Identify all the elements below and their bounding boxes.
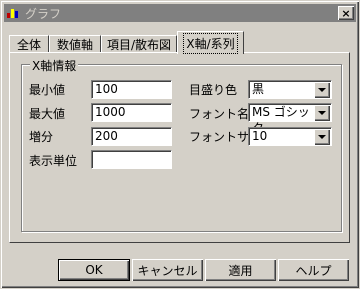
min-label: 最小値: [29, 83, 66, 97]
tab-value-axis[interactable]: 数値軸: [49, 35, 101, 53]
tab-label: 項目/散布図: [106, 38, 172, 52]
tab-panel: X軸情報 最小値 100 最大値 1000 増分 200 表示単位 目盛り色 黒…: [9, 52, 350, 243]
ok-button[interactable]: OK: [58, 259, 130, 281]
help-button-label: ヘルプ: [295, 263, 332, 278]
x-axis-info-group: X軸情報 最小値 100 最大値 1000 増分 200 表示単位 目盛り色 黒…: [21, 57, 342, 232]
max-label: 最大値: [29, 107, 66, 121]
close-icon: ×: [341, 6, 351, 20]
tab-label: 数値軸: [56, 38, 93, 52]
font-name-label: フォント名: [189, 107, 250, 121]
cancel-button[interactable]: キャンセル: [132, 259, 203, 281]
tick-color-label: 目盛り色: [189, 83, 238, 97]
tick-color-value: 黒: [252, 82, 265, 96]
dialog-window: グラフ × 全体 数値軸 項目/散布図 X軸/系列 X軸情報 最小値 100 最…: [0, 0, 360, 289]
tab-label: X軸/系列: [183, 32, 238, 54]
apply-button-label: 適用: [228, 263, 253, 278]
tick-color-select[interactable]: 黒: [248, 80, 332, 99]
max-input[interactable]: 1000: [91, 103, 172, 122]
font-name-select[interactable]: MS ゴシック: [248, 103, 332, 135]
help-button[interactable]: ヘルプ: [278, 259, 349, 281]
ok-button-label: OK: [85, 263, 103, 277]
min-input[interactable]: 100: [91, 80, 172, 99]
chart-app-icon: [7, 7, 21, 19]
window-title: グラフ: [25, 6, 62, 21]
chevron-down-icon: [318, 111, 326, 115]
unit-input[interactable]: [91, 150, 172, 169]
font-size-value: 10: [252, 129, 268, 143]
group-title: X軸情報: [30, 57, 79, 74]
tab-label: 全体: [16, 38, 41, 52]
dropdown-button[interactable]: [314, 82, 330, 98]
close-button[interactable]: ×: [338, 6, 354, 20]
font-size-select[interactable]: 10: [248, 127, 332, 146]
title-bar[interactable]: グラフ ×: [4, 4, 356, 22]
step-label: 増分: [29, 130, 54, 144]
step-input[interactable]: 200: [91, 127, 172, 146]
unit-label: 表示単位: [29, 154, 78, 168]
dropdown-button[interactable]: [314, 129, 330, 145]
tab-x-axis-series[interactable]: X軸/系列: [177, 31, 244, 54]
chevron-down-icon: [318, 88, 326, 92]
tab-category-scatter[interactable]: 項目/散布図: [101, 35, 177, 53]
cancel-button-label: キャンセル: [137, 263, 198, 278]
chevron-down-icon: [318, 135, 326, 139]
tab-overall[interactable]: 全体: [9, 35, 49, 53]
dropdown-button[interactable]: [314, 105, 330, 121]
apply-button[interactable]: 適用: [205, 259, 276, 281]
